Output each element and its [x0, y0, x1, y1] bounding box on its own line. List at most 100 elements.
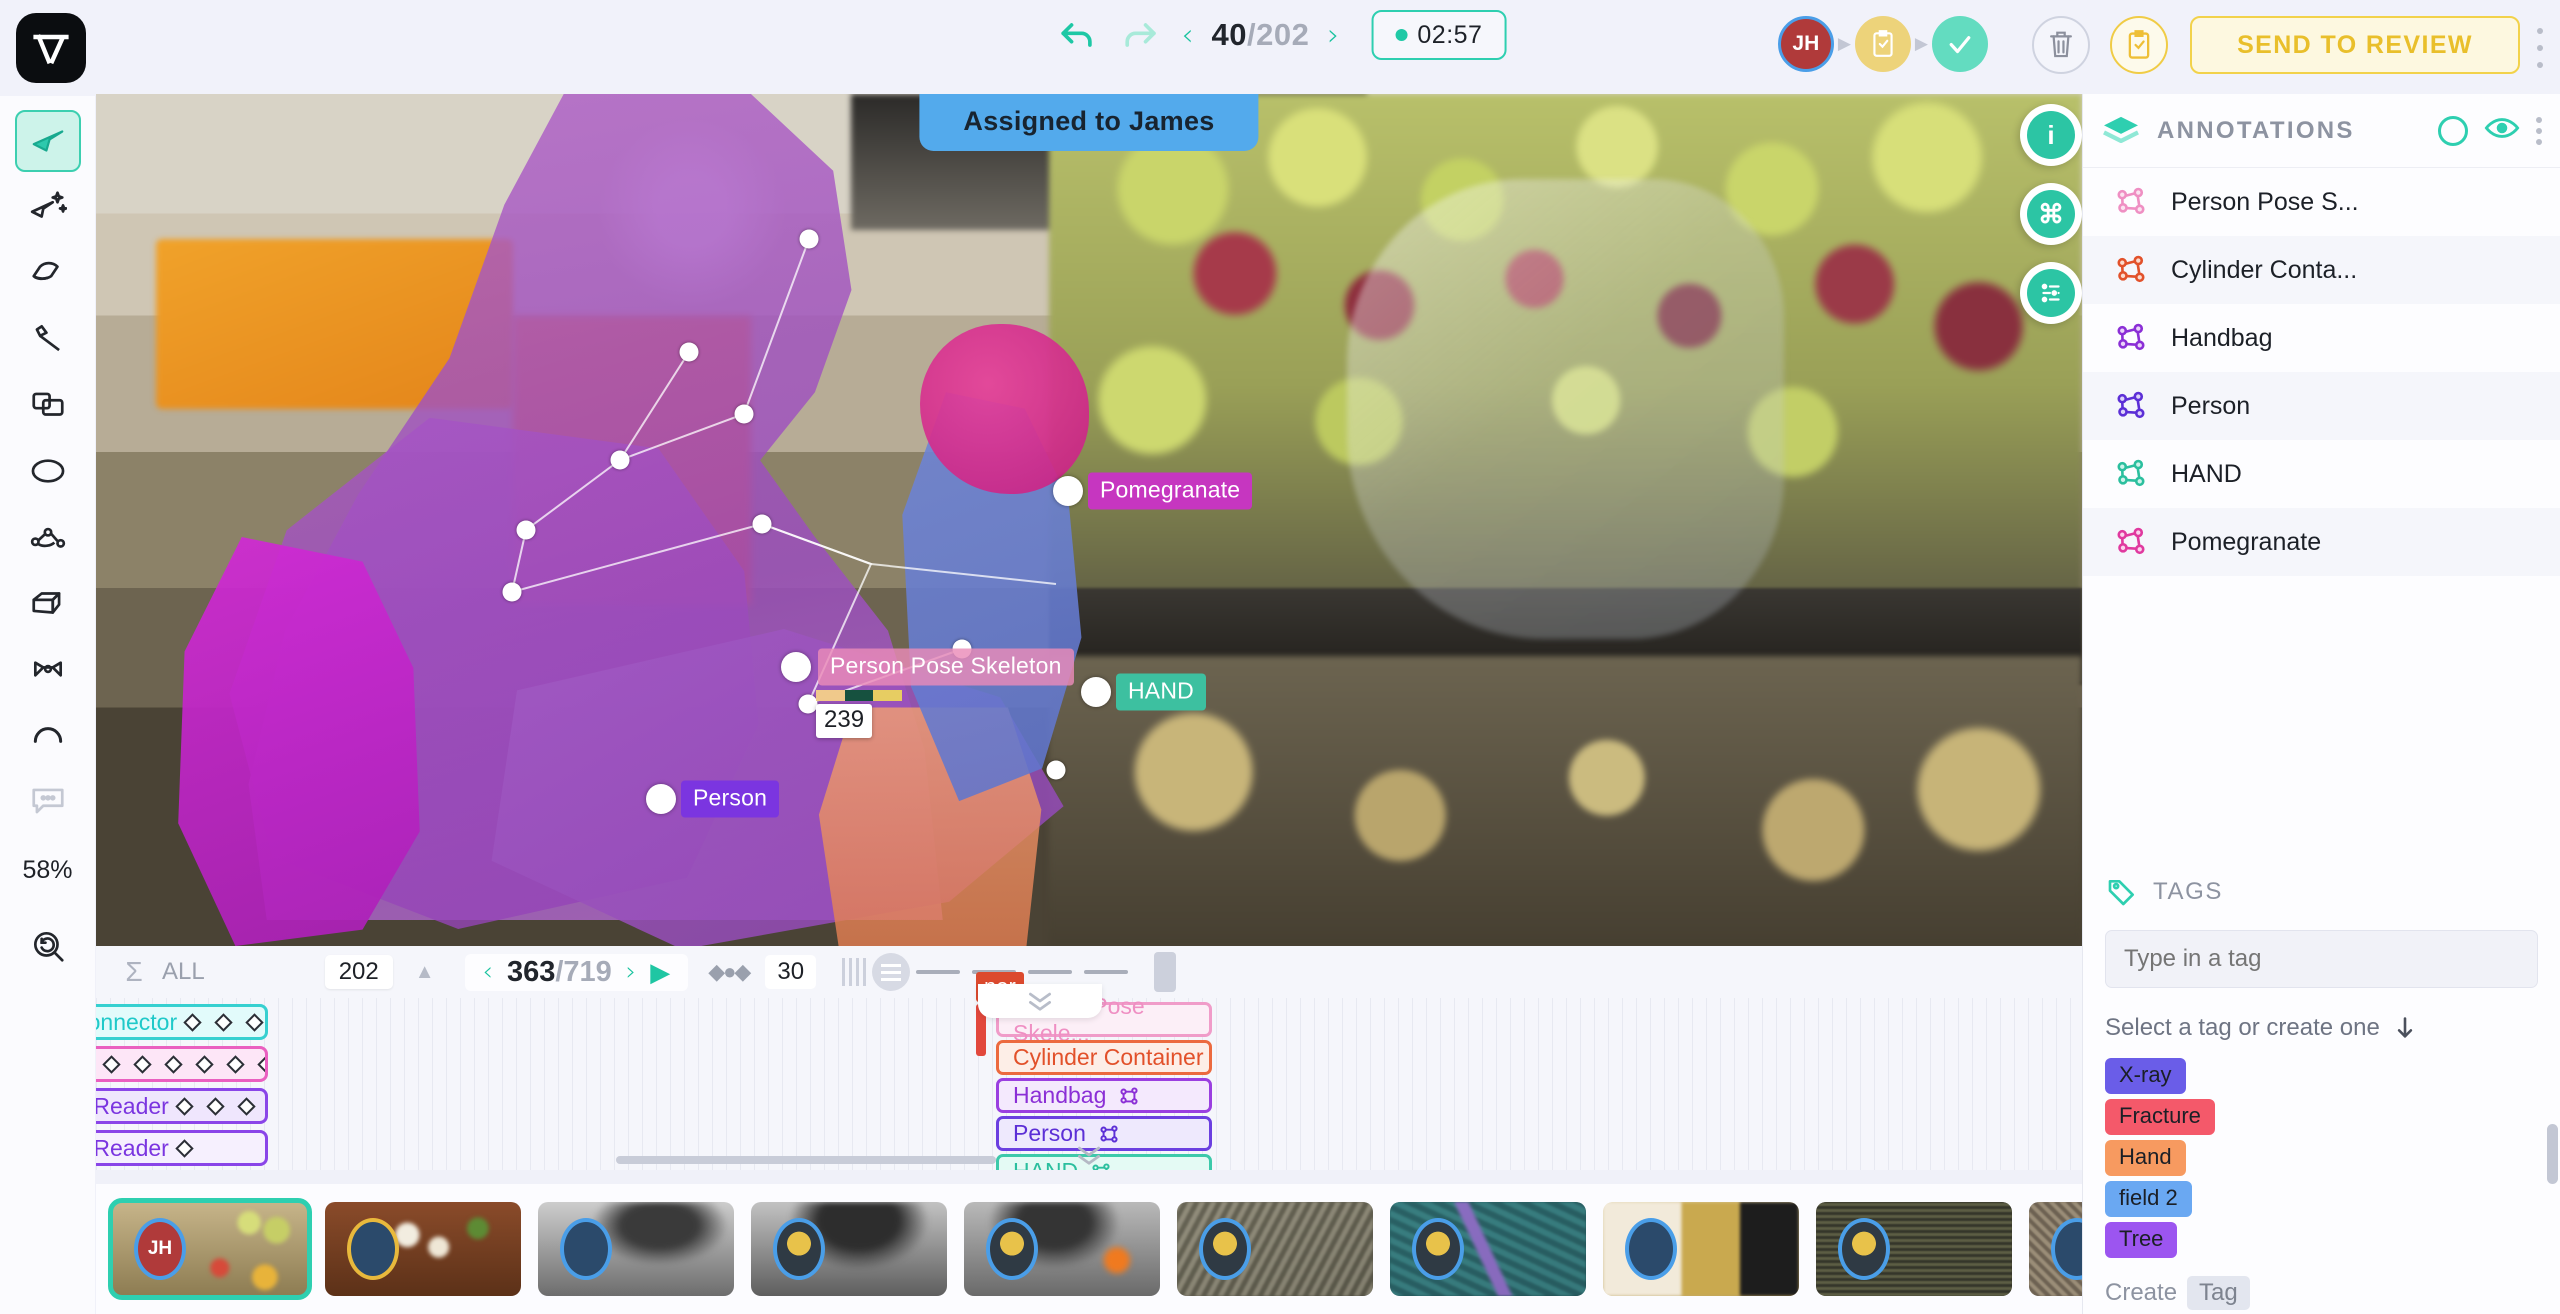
ellipse-tool[interactable] — [15, 440, 81, 502]
keypoint[interactable] — [680, 343, 699, 362]
tags-scrollbar[interactable] — [2547, 1124, 2558, 1184]
play-button[interactable]: ▶ — [650, 957, 670, 988]
tags-title: TAGS — [2153, 878, 2223, 906]
tag-input[interactable] — [2105, 930, 2538, 988]
clipboard-check-icon[interactable] — [2110, 16, 2168, 74]
undo-arrow-icon[interactable] — [1054, 12, 1100, 58]
avatar[interactable]: JH — [1778, 16, 1834, 72]
tag-chip[interactable]: Hand — [2105, 1140, 2186, 1176]
prev-frame-button[interactable]: ‹ — [1182, 18, 1194, 53]
tag-chip[interactable]: field 2 — [2105, 1181, 2192, 1217]
list-item[interactable]: Handbag — [2083, 304, 2560, 372]
keypoint[interactable] — [611, 451, 630, 470]
keypoint[interactable] — [503, 583, 522, 602]
track-label: Connector — [96, 1009, 177, 1036]
eye-icon[interactable] — [2484, 116, 2520, 145]
list-item[interactable] — [325, 1202, 521, 1296]
sigma-icon[interactable]: Σ — [112, 956, 156, 988]
skeleton-icon — [2113, 186, 2149, 218]
keypoint[interactable] — [799, 695, 818, 714]
collapse-filmstrip-button[interactable] — [1072, 1144, 1106, 1170]
keypoint[interactable] — [753, 515, 772, 534]
timeline-track[interactable]: Handbag — [996, 1078, 1212, 1113]
anchor-hand[interactable] — [1081, 677, 1111, 707]
timeline-track[interactable]: gerprint Reader — [96, 1130, 268, 1166]
brush-tool[interactable] — [15, 242, 81, 304]
anchor-person[interactable] — [646, 784, 676, 814]
anchor-pomegranate[interactable] — [1053, 476, 1083, 506]
label-person[interactable]: Person — [681, 781, 779, 818]
polyline-tool[interactable] — [15, 506, 81, 568]
circle-icon[interactable] — [2438, 116, 2468, 146]
anchor-person-pose-skeleton[interactable] — [781, 652, 811, 682]
reset-zoom-button[interactable] — [15, 915, 81, 977]
shortcuts-button[interactable]: ⌘ — [2020, 183, 2082, 245]
avatar: JH — [134, 1218, 186, 1280]
timeline-track[interactable]: Connector — [96, 1004, 268, 1040]
complete-stage-icon[interactable] — [1932, 16, 1988, 72]
cuboid-tool[interactable] — [15, 572, 81, 634]
list-item[interactable] — [1390, 1202, 1586, 1296]
list-item[interactable] — [538, 1202, 734, 1296]
keypoint[interactable] — [1047, 761, 1066, 780]
timeline-track[interactable]: gerprint Reader — [96, 1088, 268, 1124]
kebab-menu-icon[interactable] — [2536, 117, 2542, 145]
filmstrip[interactable]: JH — [96, 1184, 2082, 1314]
session-timer[interactable]: 02:57 — [1371, 10, 1506, 60]
label-pomegranate[interactable]: Pomegranate — [1088, 473, 1252, 510]
info-button[interactable]: i — [2020, 104, 2082, 166]
v7-logo[interactable] — [16, 13, 86, 83]
label-person-pose-skeleton[interactable]: Person Pose Skeleton — [818, 649, 1074, 686]
timeline-prev-frame[interactable]: ‹ — [483, 957, 493, 987]
timeline-next-frame[interactable]: › — [626, 957, 636, 987]
send-to-review-button[interactable]: SEND TO REVIEW — [2190, 16, 2520, 74]
list-item[interactable] — [1816, 1202, 2012, 1296]
directional-vector-tool[interactable] — [15, 704, 81, 766]
list-item[interactable]: Pomegranate — [2083, 508, 2560, 576]
list-item[interactable] — [964, 1202, 1160, 1296]
auto-annotate-tool[interactable] — [15, 176, 81, 238]
tag-chip[interactable]: Fracture — [2105, 1099, 2215, 1135]
list-item[interactable]: JH — [112, 1202, 308, 1296]
keypoint[interactable] — [800, 230, 819, 249]
list-item[interactable] — [751, 1202, 947, 1296]
delete-button[interactable] — [2032, 16, 2090, 74]
attributes-button[interactable] — [2020, 262, 2082, 324]
keypoint[interactable] — [735, 405, 754, 424]
label-hand[interactable]: HAND — [1116, 674, 1206, 711]
kebab-menu-icon[interactable] — [2528, 28, 2552, 68]
list-item[interactable]: Person — [2083, 372, 2560, 440]
tag-chip[interactable]: X-ray — [2105, 1058, 2186, 1094]
select-tool[interactable] — [15, 110, 81, 172]
redo-arrow-icon[interactable] — [1118, 12, 1164, 58]
comment-tool[interactable] — [15, 770, 81, 832]
timeline-frame-total: /719 — [555, 956, 611, 988]
tag-chip[interactable]: Tree — [2105, 1222, 2177, 1258]
list-item[interactable] — [1177, 1202, 1373, 1296]
list-item[interactable] — [2029, 1202, 2082, 1296]
skeleton-tool[interactable] — [15, 638, 81, 700]
fps-value[interactable]: 30 — [765, 955, 816, 989]
list-item[interactable] — [1603, 1202, 1799, 1296]
filter-all-label[interactable]: ALL — [162, 958, 205, 986]
tags-section: TAGS Select a tag or create one X-ray Fr… — [2083, 854, 2560, 1258]
list-item[interactable]: Cylinder Conta... — [2083, 236, 2560, 304]
frame-navigation: ‹ 40/202 › 02:57 — [1054, 10, 1507, 60]
collapse-timeline-caret[interactable]: ▲ — [415, 961, 435, 984]
scalpel-tool[interactable] — [15, 308, 81, 370]
list-item[interactable]: HAND — [2083, 440, 2560, 508]
timeline-horizontal-scrollbar[interactable] — [616, 1156, 996, 1164]
next-frame-button[interactable]: › — [1327, 18, 1339, 53]
list-item[interactable]: Person Pose S... — [2083, 168, 2560, 236]
timeline-track[interactable]: Cylinder Container — [996, 1040, 1212, 1075]
review-stage-icon[interactable] — [1855, 16, 1911, 72]
timeline-marker-handle[interactable] — [1154, 952, 1176, 992]
playback-controls: ‹ 363/719 › ▶ — [465, 954, 689, 991]
image-canvas[interactable]: Pomegranate Person Pose Skeleton HAND Pe… — [96, 94, 2082, 946]
timeline-track[interactable] — [96, 1046, 268, 1082]
bounding-box-tool[interactable] — [15, 374, 81, 436]
step-frames-icon[interactable]: ◆●◆ — [708, 959, 749, 985]
keypoint[interactable] — [517, 521, 536, 540]
expand-timeline-button[interactable] — [978, 984, 1102, 1018]
frame-total: /202 — [1247, 17, 1309, 52]
